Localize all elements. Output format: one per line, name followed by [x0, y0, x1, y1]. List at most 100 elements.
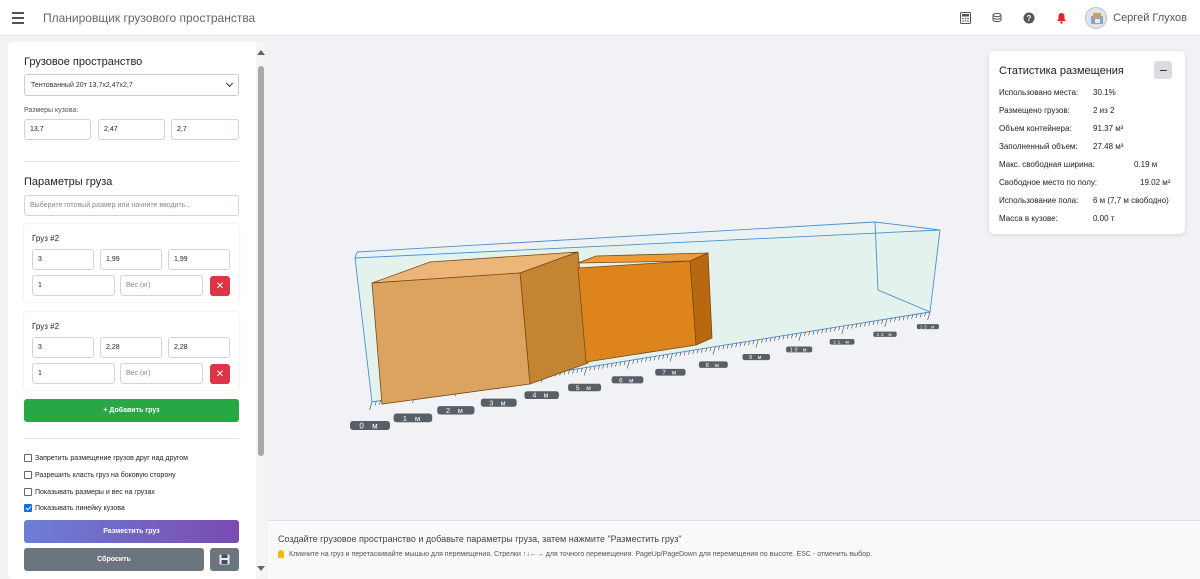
cargo-weight-input[interactable]: Вес (кг): [120, 275, 203, 296]
cargo-box[interactable]: [577, 260, 697, 363]
option-show-dims[interactable]: Показывать размеры и вес на грузах: [24, 488, 155, 496]
cargo-card: Груз #2 3 2,28 2,28 1 Вес (кг) ✕: [24, 312, 239, 390]
delete-cargo-button[interactable]: ✕: [210, 276, 230, 296]
collapse-stats-button[interactable]: [1154, 61, 1172, 79]
option-label: Разрешить класть груз на боковую сторону: [35, 471, 176, 479]
minus-icon: [1159, 69, 1167, 71]
chevron-down-icon: [225, 79, 234, 88]
scroll-up-icon[interactable]: [257, 50, 265, 55]
stat-label: Свободное место по полу:: [999, 178, 1098, 187]
hint-text: Кликните на груз и перетаскивайте мышью …: [289, 550, 872, 558]
cargo-box[interactable]: [519, 251, 589, 385]
ruler-label-text: 2 м: [446, 406, 466, 415]
hint-row: Кликните на груз и перетаскивайте мышью …: [278, 550, 872, 558]
cargo-card: Груз #2 3 1,99 1,99 1 Вес (кг) ✕: [24, 224, 239, 302]
stats-title: Статистика размещения: [999, 65, 1124, 77]
cargo-width-input[interactable]: 2,28: [100, 337, 162, 358]
ruler-label-text: 6 м: [619, 377, 636, 384]
cargo-quantity-input[interactable]: 1: [32, 275, 115, 296]
ruler-label-text: 12 м: [877, 332, 894, 337]
vehicle-select[interactable]: Тентованный 20т 13,7x2,47x2,7: [24, 74, 239, 96]
close-icon: ✕: [215, 280, 225, 292]
cargo-search-input[interactable]: Выберите готовый размер или начните ввод…: [24, 195, 239, 216]
stat-value: 6 м (7,7 м свободно): [1093, 196, 1169, 205]
cargo-box[interactable]: [371, 272, 531, 405]
stat-label: Размещено грузов:: [999, 106, 1070, 115]
ruler-label-text: 0 м: [359, 422, 380, 431]
cargo-section-title: Параметры груза: [24, 176, 113, 188]
cargo-weight-input[interactable]: Вес (кг): [120, 363, 203, 384]
body-width-input[interactable]: 2,47: [98, 119, 165, 140]
ruler-label-text: 13 м: [920, 324, 936, 329]
ruler-label: 6 м: [611, 376, 644, 384]
ruler-label-text: 4 м: [533, 393, 551, 400]
ruler-tick: [583, 367, 587, 376]
body-height-input[interactable]: 2,7: [171, 119, 239, 140]
option-label: Показывать линейку кузова: [35, 504, 125, 512]
cargo-length-input[interactable]: 3: [32, 249, 94, 270]
stat-value: 30.1%: [1093, 88, 1116, 97]
save-icon: [219, 554, 230, 565]
ruler-label: 0 м: [350, 421, 390, 431]
stat-value: 0.19 м: [1134, 160, 1158, 169]
cargo-length-input[interactable]: 3: [32, 337, 94, 358]
help-icon[interactable]: ?: [1021, 10, 1037, 26]
stat-value: 2 из 2: [1093, 106, 1115, 115]
reset-button[interactable]: Сбросить: [24, 548, 204, 571]
cargo-quantity-input[interactable]: 1: [32, 363, 115, 384]
stat-label: Объем контейнера:: [999, 124, 1072, 133]
ruler-label: 8 м: [698, 361, 728, 369]
app-title: Планировщик грузового пространства: [43, 10, 256, 25]
space-section-title: Грузовое пространство: [24, 56, 143, 68]
ruler-tick: [798, 332, 802, 341]
ruler-label: 1 м: [393, 413, 433, 423]
svg-text:?: ?: [1027, 14, 1032, 23]
stat-value: 91.37 м³: [1093, 124, 1124, 133]
cargo-height-input[interactable]: 2,28: [168, 337, 230, 358]
place-cargo-button[interactable]: Разместить груз: [24, 520, 239, 543]
scroll-thumb[interactable]: [258, 66, 264, 456]
divider: [24, 438, 239, 439]
stat-label: Макс. свободная ширина:: [999, 160, 1095, 169]
stat-label: Использовано места:: [999, 88, 1079, 97]
body-length-input[interactable]: 13,7: [24, 119, 91, 140]
option-no-stacking[interactable]: Запретить размещение грузов друг над дру…: [24, 454, 188, 462]
user-name[interactable]: Сергей Глухов: [1113, 12, 1187, 24]
cargo-height-input[interactable]: 1,99: [168, 249, 230, 270]
ruler-tick: [927, 311, 931, 321]
checkbox[interactable]: [24, 488, 32, 496]
ruler-tick: [755, 339, 759, 348]
menu-icon[interactable]: [10, 8, 30, 28]
ruler-label-text: 1 м: [403, 414, 423, 423]
body-dims-label: Размеры кузова:: [24, 107, 79, 114]
delete-cargo-button[interactable]: ✕: [210, 364, 230, 384]
sidebar-scrollbar[interactable]: [256, 42, 266, 579]
option-label: Запретить размещение грузов друг над дру…: [35, 454, 188, 462]
avatar[interactable]: [1085, 7, 1108, 29]
calculator-icon[interactable]: [957, 10, 973, 26]
ruler-label: 9 м: [742, 353, 771, 361]
status-bar: Создайте грузовое пространство и добавьт…: [268, 520, 1200, 579]
cargo-title: Груз #2: [32, 234, 60, 243]
cargo-title: Груз #2: [32, 322, 60, 331]
stat-value: 0.00 т: [1093, 214, 1115, 223]
stats-panel: Статистика размещения Использовано места…: [989, 51, 1185, 234]
coins-icon[interactable]: [989, 10, 1005, 26]
save-button[interactable]: [210, 548, 239, 571]
cargo-width-input[interactable]: 1,99: [100, 249, 162, 270]
top-toolbar: ? Сергей Глухов: [957, 0, 1200, 36]
ruler-tick: [841, 325, 845, 334]
ruler-label: 5 м: [568, 383, 602, 392]
sidebar: Грузовое пространство Тентованный 20т 13…: [8, 42, 266, 579]
checkbox[interactable]: [24, 504, 32, 512]
stat-label: Использование пола:: [999, 196, 1079, 205]
add-cargo-button[interactable]: + Добавить груз: [24, 399, 239, 422]
option-allow-side[interactable]: Разрешить класть груз на боковую сторону: [24, 471, 176, 479]
scroll-down-icon[interactable]: [257, 566, 265, 571]
checkbox[interactable]: [24, 454, 32, 462]
ruler-label: 2 м: [437, 406, 475, 415]
option-show-ruler[interactable]: Показывать линейку кузова: [24, 504, 125, 512]
ruler-tick: [884, 318, 888, 328]
checkbox[interactable]: [24, 471, 32, 479]
bell-icon[interactable]: [1053, 10, 1069, 26]
